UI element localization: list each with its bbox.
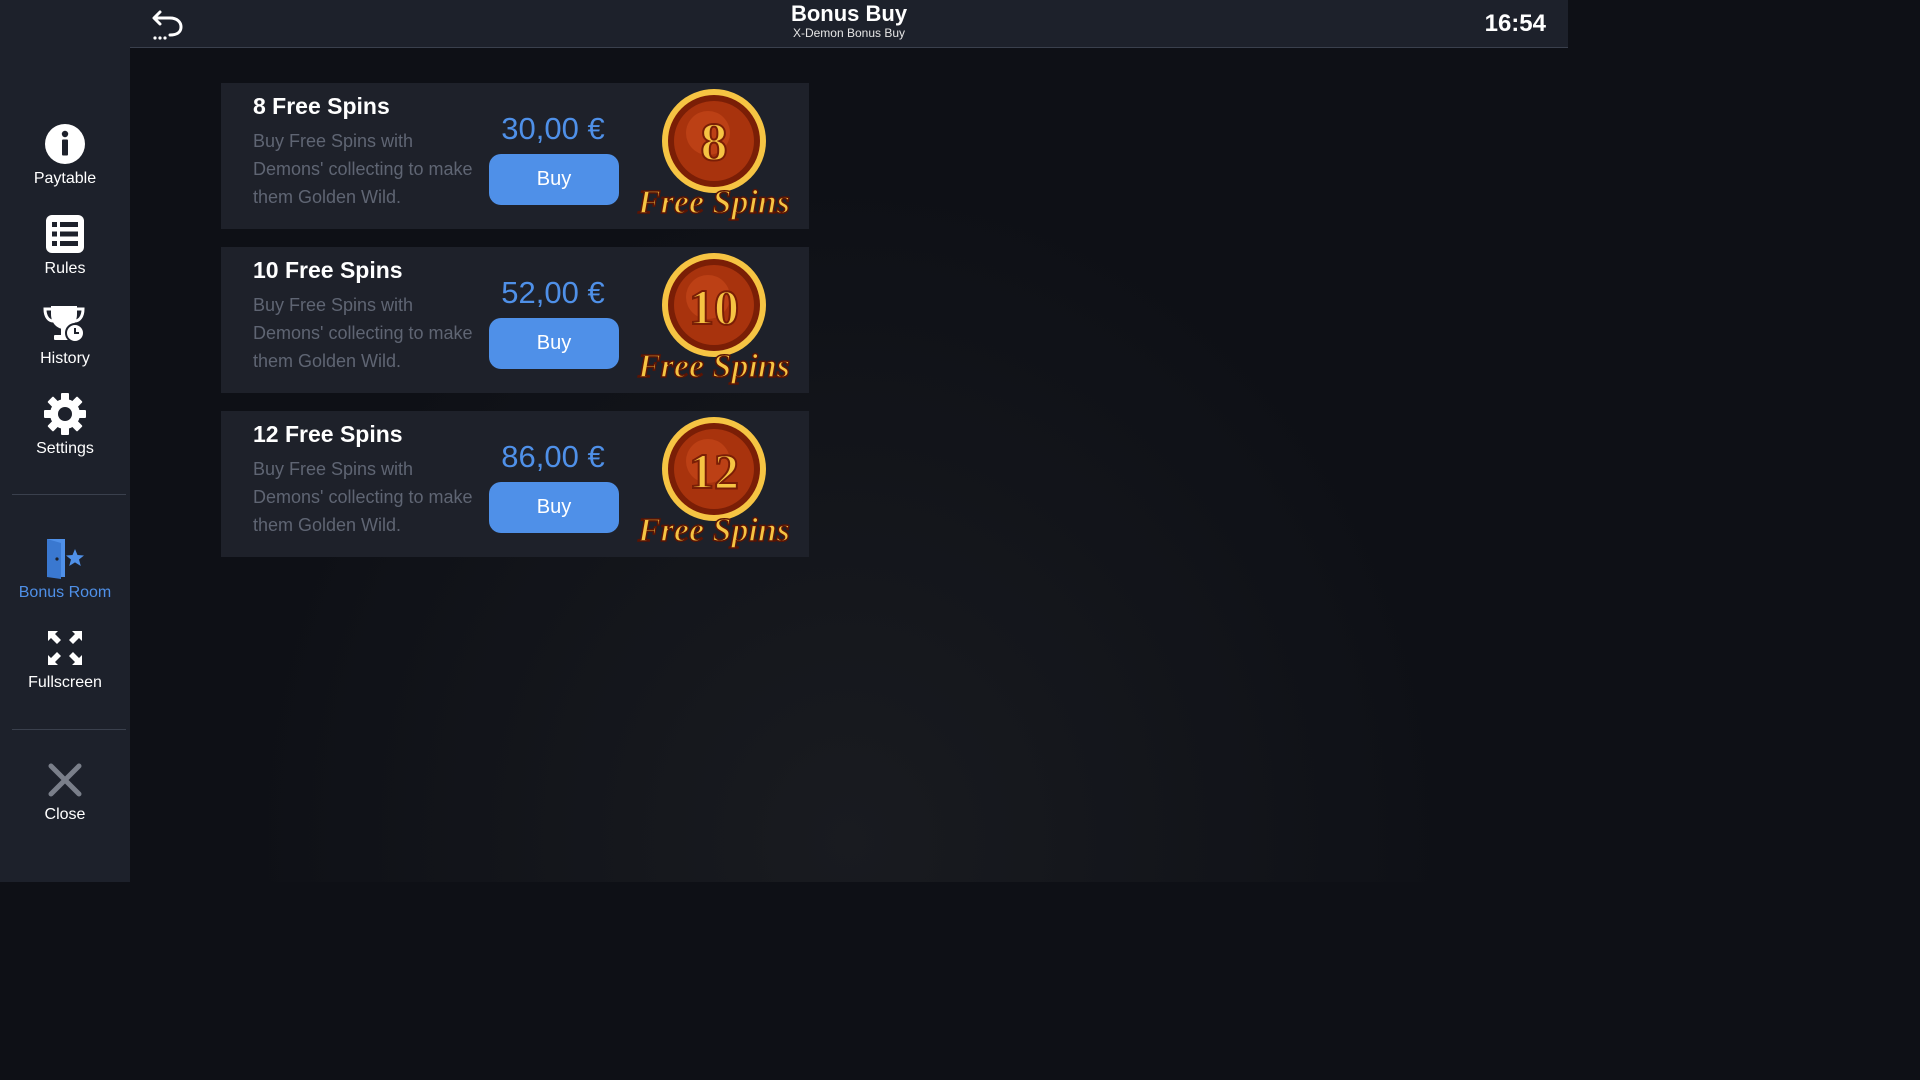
offer-price: 86,00 € (501, 439, 605, 474)
page-title: Bonus Buy (790, 1, 908, 26)
offer-card: 10 Free Spins Buy Free Spins with Demons… (221, 247, 809, 393)
offer-description: Buy Free Spins with Demons' collecting t… (253, 131, 473, 207)
offer-description: Buy Free Spins with Demons' collecting t… (253, 295, 473, 371)
badge-number: 12 (689, 443, 739, 499)
sidebar-item-fullscreen[interactable]: Fullscreen (0, 626, 130, 692)
offer-title: 12 Free Spins (253, 421, 403, 447)
sidebar-item-label: Rules (44, 260, 86, 277)
buy-button[interactable]: Buy (489, 318, 619, 369)
badge-number: 8 (701, 112, 728, 172)
door-star-icon (43, 536, 87, 580)
gear-icon (43, 392, 87, 436)
free-spins-badge-icon: 8 Free Spins (636, 89, 791, 222)
offer-title: 10 Free Spins (253, 257, 403, 283)
offer-title: 8 Free Spins (253, 93, 390, 119)
offer-price: 52,00 € (501, 275, 605, 310)
sidebar-item-rules[interactable]: Rules (0, 212, 130, 278)
badge-text: Free Spins (637, 184, 790, 221)
sidebar-item-settings[interactable]: Settings (0, 392, 130, 458)
sidebar-item-label: Fullscreen (28, 674, 102, 691)
sidebar-item-label: Close (44, 806, 86, 823)
clock: 16:54 (1484, 10, 1546, 37)
fullscreen-icon (43, 626, 87, 670)
close-icon (43, 758, 87, 802)
page-subtitle: X-Demon Bonus Buy (792, 26, 906, 40)
sidebar-item-close[interactable]: Close (0, 758, 130, 824)
sidebar-divider (12, 729, 126, 730)
sidebar-divider (12, 494, 126, 495)
free-spins-badge-icon: 10 Free Spins (636, 253, 791, 386)
sidebar-item-label: Settings (36, 440, 94, 457)
sidebar-item-label: Bonus Room (18, 584, 112, 601)
buy-button[interactable]: Buy (489, 482, 619, 533)
sidebar: Paytable Rules History Settings Bonus Ro… (0, 0, 130, 882)
offer-card: 12 Free Spins Buy Free Spins with Demons… (221, 411, 809, 557)
trophy-clock-icon (43, 302, 87, 346)
badge-number: 10 (689, 279, 739, 335)
info-icon (43, 122, 87, 166)
sidebar-item-bonus-room[interactable]: Bonus Room (0, 536, 130, 602)
offer-description: Buy Free Spins with Demons' collecting t… (253, 459, 473, 535)
badge-text: Free Spins (637, 348, 790, 385)
sidebar-item-label: History (40, 350, 90, 367)
buy-button[interactable]: Buy (489, 154, 619, 205)
badge-text: Free Spins (637, 512, 790, 549)
free-spins-badge-icon: 12 Free Spins (636, 417, 791, 550)
offer-card: 8 Free Spins Buy Free Spins with Demons'… (221, 83, 809, 229)
title-block: Bonus Buy X-Demon Bonus Buy (130, 0, 1568, 41)
sidebar-item-history[interactable]: History (0, 302, 130, 368)
list-icon (43, 212, 87, 256)
sidebar-item-label: Paytable (33, 170, 97, 187)
offer-price: 30,00 € (501, 111, 605, 146)
sidebar-item-paytable[interactable]: Paytable (0, 122, 130, 188)
bonus-buy-panel: 8 Free Spins Buy Free Spins with Demons'… (130, 48, 1568, 882)
top-bar: Bonus Buy X-Demon Bonus Buy 16:54 (130, 0, 1568, 48)
